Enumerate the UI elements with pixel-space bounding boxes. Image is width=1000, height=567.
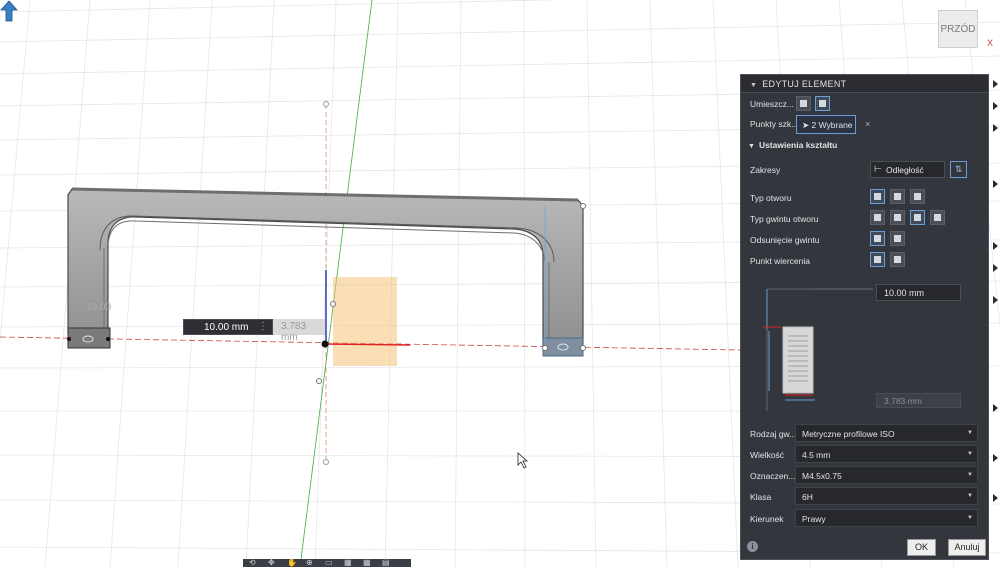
cancel-button[interactable]: Anuluj — [948, 539, 986, 556]
tap-simple-button[interactable] — [870, 210, 885, 225]
direction-label: Kierunek — [750, 514, 784, 524]
points-select-button[interactable]: ➤ 2 Wybrane — [796, 115, 856, 134]
zoom-icon[interactable]: ⊕ — [306, 559, 316, 567]
clear-selection-icon[interactable]: × — [865, 119, 870, 129]
thread-offset-label: Odsunięcie gwintu — [750, 235, 820, 245]
shape-settings-section[interactable]: ▼ Ustawienia kształtu — [748, 140, 837, 150]
designation-dropdown[interactable]: M4.5x0.75 ▼ — [795, 466, 978, 484]
preview-depth-input[interactable]: 10.00 mm — [876, 284, 961, 301]
cursor-icon: ➤ — [802, 120, 810, 130]
mouse-cursor — [517, 452, 529, 469]
size-dropdown[interactable]: 4.5 mm ▼ — [795, 445, 978, 463]
hole-type-counterbore-button[interactable] — [890, 189, 905, 204]
multiple-holes-icon — [819, 100, 826, 107]
orbit-icon[interactable]: ⟲ — [249, 559, 259, 567]
counterbore-icon — [894, 193, 901, 200]
distance-icon: ⊢ — [874, 164, 882, 174]
grid2-icon[interactable]: ▦ — [363, 559, 373, 567]
view-cube-front-face[interactable]: PRZÓD — [938, 10, 978, 48]
designation-value: M4.5x0.75 — [802, 471, 842, 481]
size-label: Wielkość — [750, 450, 785, 460]
points-label: Punkty szk... — [750, 119, 799, 129]
chevron-down-icon: ▼ — [967, 430, 973, 436]
thread-full-icon — [874, 235, 881, 242]
drill-point-label: Punkt wiercenia — [750, 256, 811, 266]
tap-simple-icon — [874, 214, 881, 221]
placement-multiple-button[interactable] — [815, 96, 830, 111]
size-value: 4.5 mm — [802, 450, 831, 460]
placement-label: Umieszcz... — [750, 99, 794, 109]
tap-tapped-icon — [914, 214, 921, 221]
edit-feature-panel: ▼ EDYTUJ ELEMENT Umieszcz... Punkty szk..… — [740, 74, 989, 560]
designation-label: Oznaczen... — [750, 471, 796, 481]
preview-offset-input[interactable]: 3.783 mm — [876, 393, 961, 408]
angled-point-icon — [894, 256, 901, 263]
collapse-triangle-icon[interactable]: ▼ — [750, 82, 757, 89]
extents-label: Zakresy — [750, 165, 781, 175]
panel-title: EDYTUJ ELEMENT — [762, 79, 847, 89]
thread-type-dropdown[interactable]: Metryczne profilowe ISO ▼ — [795, 424, 978, 442]
simple-hole-icon — [874, 193, 881, 200]
thread-partial-icon — [894, 235, 901, 242]
class-label: Klasa — [750, 492, 772, 502]
direction-value: Prawy — [802, 514, 826, 524]
navigation-toolbar: ⟲ ✥ ✋ ⊕ ▭ ▦ ▦ ▤ — [243, 559, 411, 567]
dimension-separator: ⋮ — [258, 321, 268, 332]
chevron-down-icon: ▼ — [967, 493, 973, 499]
countersink-icon — [914, 193, 921, 200]
preview-red-line — [325, 343, 411, 346]
extents-dropdown[interactable]: ⊢ Odległość — [870, 161, 945, 178]
hand-icon[interactable]: ✋ — [287, 559, 297, 567]
hole-preview — [333, 277, 397, 366]
class-value: 6H — [802, 492, 813, 502]
tap-tapped-button[interactable] — [910, 210, 925, 225]
drag-arrow-icon[interactable] — [0, 0, 18, 22]
points-select-value: 2 Wybrane — [811, 120, 853, 130]
flip-icon: ⇅ — [954, 164, 963, 174]
hole-type-label: Typ otworu — [750, 193, 792, 203]
thread-type-value: Metryczne profilowe ISO — [802, 429, 895, 439]
ok-button[interactable]: OK — [907, 539, 936, 556]
view-cube-axis-x: X — [987, 38, 994, 48]
placement-single-button[interactable] — [796, 96, 811, 111]
extents-value: Odległość — [886, 165, 924, 175]
tap-taper-button[interactable] — [930, 210, 945, 225]
section-title-text: Ustawienia kształtu — [758, 140, 838, 150]
thread-type-label: Rodzaj gw... — [750, 429, 797, 439]
view-icon[interactable]: ▤ — [382, 559, 392, 567]
direction-dropdown[interactable]: Prawy ▼ — [795, 509, 978, 527]
class-dropdown[interactable]: 6H ▼ — [795, 487, 978, 505]
thread-offset-partial-button[interactable] — [890, 231, 905, 246]
drill-point-angled-button[interactable] — [890, 252, 905, 267]
grid-icon[interactable]: ▦ — [344, 559, 354, 567]
offset-input[interactable]: 3.783 mm — [273, 319, 325, 343]
ghost-dimension-label: 10.00 — [86, 302, 112, 313]
view-cube[interactable]: PRZÓD X — [938, 10, 993, 52]
flat-point-icon — [874, 256, 881, 263]
right-edge-markers — [993, 80, 998, 502]
display-icon[interactable]: ▭ — [325, 559, 335, 567]
pan-icon[interactable]: ✥ — [268, 559, 278, 567]
chevron-down-icon: ▼ — [967, 515, 973, 521]
flip-direction-button[interactable]: ⇅ — [950, 161, 967, 178]
tap-taper-icon — [934, 214, 941, 221]
drill-point-flat-button[interactable] — [870, 252, 885, 267]
single-hole-icon — [800, 100, 807, 107]
hole-type-countersink-button[interactable] — [910, 189, 925, 204]
tap-clearance-button[interactable] — [890, 210, 905, 225]
origin-point[interactable] — [321, 340, 329, 348]
chevron-down-icon: ▼ — [967, 451, 973, 457]
info-icon[interactable]: i — [747, 541, 758, 552]
chevron-down-icon: ▼ — [967, 472, 973, 478]
hole-type-simple-button[interactable] — [870, 189, 885, 204]
panel-footer: i OK Anuluj — [741, 537, 988, 559]
panel-header[interactable]: ▼ EDYTUJ ELEMENT — [741, 75, 988, 93]
section-triangle-icon: ▼ — [748, 143, 755, 150]
thread-offset-full-button[interactable] — [870, 231, 885, 246]
tap-clearance-icon — [894, 214, 901, 221]
tap-type-label: Typ gwintu otworu — [750, 214, 819, 224]
